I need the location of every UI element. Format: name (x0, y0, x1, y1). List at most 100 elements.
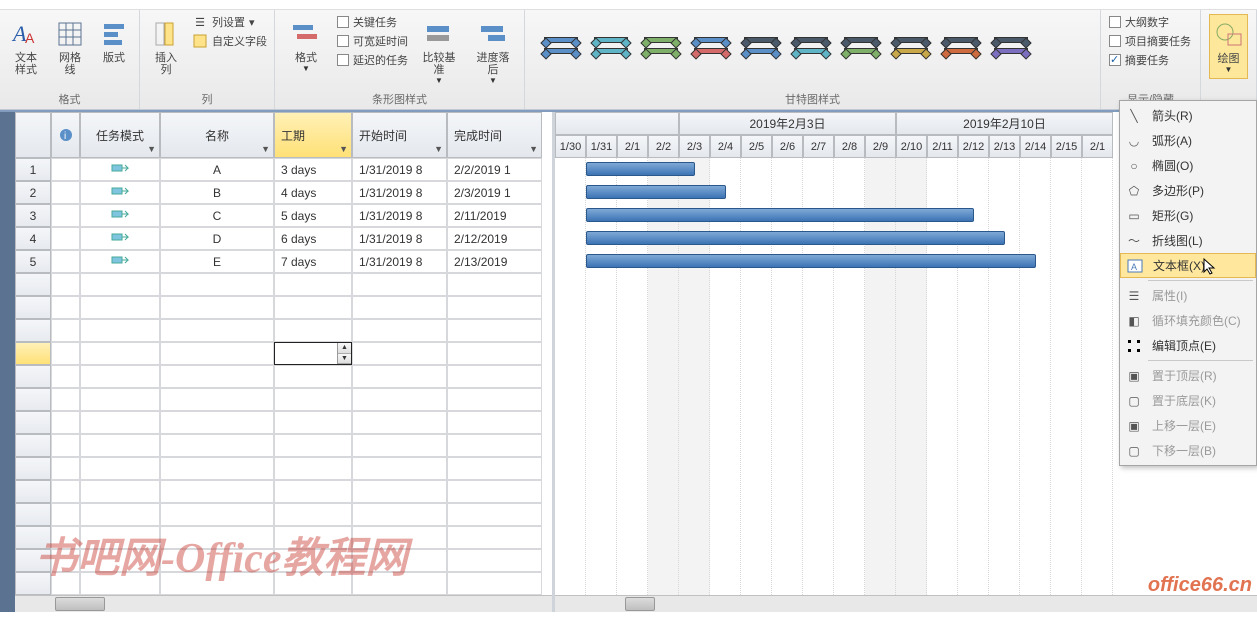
cell-start[interactable] (352, 273, 447, 296)
cell-indicator[interactable] (51, 503, 80, 526)
menu-polygon[interactable]: ⬠多边形(P) (1120, 178, 1256, 203)
cell-indicator[interactable] (51, 434, 80, 457)
cell-start[interactable] (352, 342, 447, 365)
cell-name[interactable] (160, 526, 274, 549)
slack-check[interactable]: 可宽延时间 (337, 33, 408, 49)
cell-name[interactable]: B (160, 181, 274, 204)
cell-duration[interactable]: 6 days (274, 227, 352, 250)
cell-mode[interactable] (80, 204, 160, 227)
table-row[interactable] (15, 572, 552, 595)
layout-button[interactable]: 版式 (96, 14, 132, 68)
cell-finish[interactable] (447, 480, 542, 503)
cell-start[interactable] (352, 549, 447, 572)
cell-duration[interactable] (274, 457, 352, 480)
scrollbar-thumb[interactable] (55, 597, 105, 611)
row-header[interactable]: 3 (15, 204, 51, 227)
cell-finish[interactable] (447, 319, 542, 342)
gantt-style-item[interactable] (787, 22, 835, 68)
row-header[interactable] (15, 319, 51, 342)
row-header[interactable] (15, 388, 51, 411)
table-row[interactable] (15, 480, 552, 503)
insert-column-button[interactable]: 插入列 (148, 14, 184, 80)
cell-start[interactable] (352, 526, 447, 549)
text-style-button[interactable]: AA 文本样式 (8, 14, 44, 80)
cell-mode[interactable] (80, 411, 160, 434)
col-header-mode[interactable]: 任务模式▼ (80, 112, 160, 158)
menu-arrow[interactable]: ╲箭头(R) (1120, 103, 1256, 128)
gantt-bar[interactable] (586, 162, 695, 176)
cell-mode[interactable] (80, 158, 160, 181)
cell-mode[interactable] (80, 227, 160, 250)
cell-finish[interactable]: 2/12/2019 (447, 227, 542, 250)
cell-finish[interactable] (447, 411, 542, 434)
row-header[interactable] (15, 434, 51, 457)
view-strip[interactable] (0, 112, 15, 612)
cell-name[interactable] (160, 273, 274, 296)
col-header-duration[interactable]: 工期▼ (274, 112, 352, 158)
cell-duration[interactable] (274, 273, 352, 296)
gantt-bar[interactable] (586, 254, 1036, 268)
late-check[interactable]: 延迟的任务 (337, 52, 408, 68)
gantt-style-gallery[interactable] (533, 14, 1039, 76)
scrollbar-thumb[interactable] (625, 597, 655, 611)
outline-number-check[interactable]: 大纲数字 (1109, 14, 1191, 30)
table-row[interactable]: ▲▼ (15, 342, 552, 365)
cell-name[interactable] (160, 296, 274, 319)
cell-finish[interactable] (447, 365, 542, 388)
format-bar-button[interactable]: 格式▼ (283, 14, 329, 77)
cell-mode[interactable] (80, 572, 160, 595)
table-row[interactable]: 4 D 6 days 1/31/2019 8 2/12/2019 (15, 227, 552, 250)
cell-duration[interactable]: 3 days (274, 158, 352, 181)
cell-mode[interactable] (80, 526, 160, 549)
row-header[interactable]: 5 (15, 250, 51, 273)
menu-arc[interactable]: ◡弧形(A) (1120, 128, 1256, 153)
cell-mode[interactable] (80, 388, 160, 411)
table-row[interactable] (15, 319, 552, 342)
row-header[interactable]: 4 (15, 227, 51, 250)
cell-finish[interactable]: 2/11/2019 (447, 204, 542, 227)
cell-name[interactable] (160, 411, 274, 434)
table-row[interactable] (15, 549, 552, 572)
slippage-button[interactable]: 进度落后▼ (470, 14, 516, 89)
cell-start[interactable]: 1/31/2019 8 (352, 250, 447, 273)
cell-duration[interactable]: 5 days (274, 204, 352, 227)
cell-indicator[interactable] (51, 388, 80, 411)
cell-name[interactable] (160, 572, 274, 595)
table-row[interactable]: 2 B 4 days 1/31/2019 8 2/3/2019 1 (15, 181, 552, 204)
cell-indicator[interactable] (51, 572, 80, 595)
cell-mode[interactable] (80, 342, 160, 365)
cell-mode[interactable] (80, 503, 160, 526)
cell-duration[interactable] (274, 365, 352, 388)
duration-spinner[interactable]: ▲▼ (337, 343, 351, 364)
cell-finish[interactable] (447, 503, 542, 526)
row-header[interactable] (15, 549, 51, 572)
gantt-style-item[interactable] (837, 22, 885, 68)
cell-duration[interactable] (274, 549, 352, 572)
cell-duration[interactable]: 4 days (274, 181, 352, 204)
table-row[interactable] (15, 411, 552, 434)
cell-name[interactable]: A (160, 158, 274, 181)
gantt-scrollbar-horizontal[interactable] (555, 595, 1257, 612)
cell-start[interactable] (352, 411, 447, 434)
cell-mode[interactable] (80, 434, 160, 457)
row-header[interactable]: 2 (15, 181, 51, 204)
menu-textbox[interactable]: A文本框(X) (1120, 253, 1256, 278)
cell-duration[interactable] (274, 434, 352, 457)
cell-finish[interactable]: 2/3/2019 1 (447, 181, 542, 204)
table-row[interactable]: 3 C 5 days 1/31/2019 8 2/11/2019 (15, 204, 552, 227)
cell-indicator[interactable] (51, 342, 80, 365)
spin-up[interactable]: ▲ (338, 343, 351, 354)
table-row[interactable] (15, 526, 552, 549)
cell-name[interactable] (160, 319, 274, 342)
cell-indicator[interactable] (51, 457, 80, 480)
cell-start[interactable] (352, 572, 447, 595)
cell-start[interactable] (352, 434, 447, 457)
cell-name[interactable] (160, 503, 274, 526)
gantt-style-item[interactable] (637, 22, 685, 68)
cell-mode[interactable] (80, 250, 160, 273)
summary-check[interactable]: 摘要任务 (1109, 52, 1191, 68)
cell-indicator[interactable] (51, 549, 80, 572)
gantt-style-item[interactable] (687, 22, 735, 68)
cell-duration[interactable] (274, 319, 352, 342)
gantt-style-item[interactable] (937, 22, 985, 68)
